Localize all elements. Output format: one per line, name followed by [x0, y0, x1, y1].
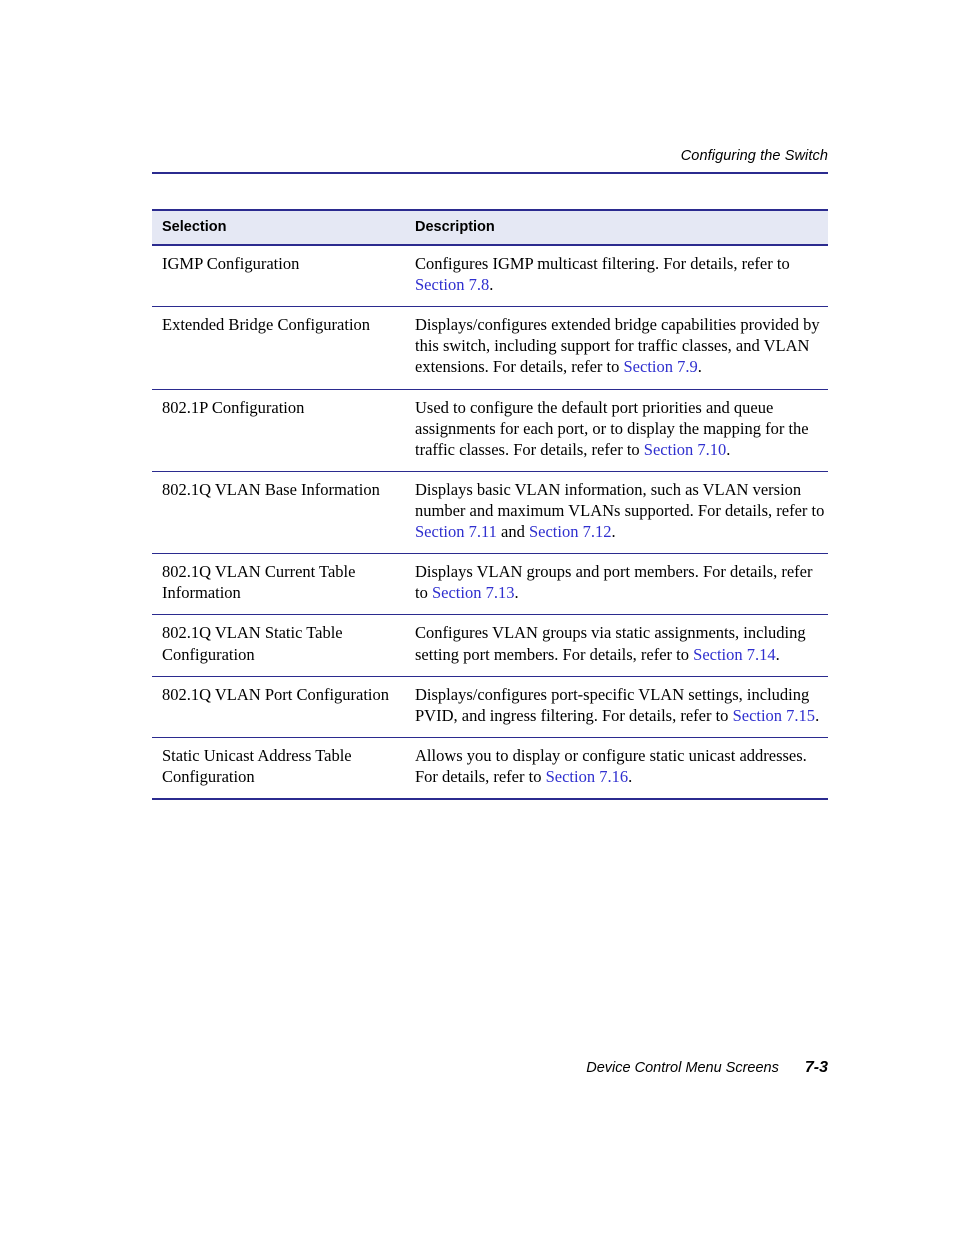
description-text: . — [514, 583, 519, 603]
cross-reference-link[interactable]: Section 7.9 — [624, 357, 698, 376]
cell-description: Configures IGMP multicast filtering. For… — [408, 245, 828, 308]
table-header-row: Selection Description — [152, 209, 828, 246]
document-page: Configuring the Switch Selection Descrip… — [0, 0, 954, 1235]
table-row: Static Unicast Address Table Configurati… — [152, 737, 828, 801]
description-text: Displays/configures extended bridge capa… — [415, 315, 820, 377]
running-header-title: Configuring the Switch — [680, 148, 828, 164]
cross-reference-link[interactable]: Section 7.12 — [529, 522, 612, 541]
cell-selection: 802.1Q VLAN Static Table Configuration — [152, 614, 408, 677]
table-row: Extended Bridge Configuration Displays/co… — [152, 306, 828, 390]
cell-selection: 802.1P Configuration — [152, 389, 408, 472]
cell-description: Displays VLAN groups and port members. F… — [408, 553, 828, 616]
table-body: IGMP Configuration Configures IGMP multic… — [152, 245, 828, 801]
table-row: 802.1Q VLAN Static Table Configuration Co… — [152, 614, 828, 677]
cell-description: Displays/configures extended bridge capa… — [408, 306, 828, 390]
description-text: . — [611, 522, 616, 542]
cell-selection: Extended Bridge Configuration — [152, 306, 408, 390]
description-text: . — [697, 357, 702, 377]
table-row: 802.1P Configuration Used to configure th… — [152, 389, 828, 472]
cell-description: Allows you to display or configure stati… — [408, 737, 828, 801]
column-header-description: Description — [408, 209, 828, 246]
table-row: IGMP Configuration Configures IGMP multic… — [152, 245, 828, 308]
description-text: . — [628, 766, 633, 786]
header-rule — [152, 172, 828, 174]
footer-page-number: 7-3 — [804, 1059, 828, 1076]
cross-reference-link[interactable]: Section 7.8 — [415, 275, 489, 294]
selection-description-table-wrapper: Selection Description IGMP Configuration… — [152, 209, 828, 801]
table-row: 802.1Q VLAN Port Configuration Displays/c… — [152, 676, 828, 738]
cell-selection: 802.1Q VLAN Port Configuration — [152, 676, 408, 738]
cross-reference-link[interactable]: Section 7.14 — [693, 645, 776, 664]
description-text: . — [489, 275, 494, 295]
cell-selection: 802.1Q VLAN Base Information — [152, 471, 408, 555]
cell-description: Displays basic VLAN information, such as… — [408, 471, 828, 555]
cross-reference-link[interactable]: Section 7.11 — [415, 522, 497, 541]
description-text: . — [726, 439, 731, 459]
cross-reference-link[interactable]: Section 7.16 — [546, 767, 629, 786]
cell-selection: 802.1Q VLAN Current Table Information — [152, 553, 408, 616]
description-text: Displays basic VLAN information, such as… — [415, 479, 825, 520]
description-text: Used to configure the default port prior… — [415, 397, 809, 459]
cell-description: Displays/configures port-specific VLAN s… — [408, 676, 828, 738]
selection-description-table: Selection Description IGMP Configuration… — [152, 209, 828, 801]
footer-section-title: Device Control Menu Screens — [586, 1060, 779, 1076]
description-text: Configures IGMP multicast filtering. For… — [415, 254, 790, 273]
table-header: Selection Description — [152, 209, 828, 246]
page-footer: Device Control Menu Screens 7-3 — [152, 1059, 828, 1077]
description-text: and — [496, 522, 529, 542]
cross-reference-link[interactable]: Section 7.13 — [432, 583, 515, 602]
cross-reference-link[interactable]: Section 7.10 — [644, 440, 727, 459]
table-row: 802.1Q VLAN Current Table Information Dis… — [152, 553, 828, 616]
column-header-selection: Selection — [152, 209, 408, 246]
table-row: 802.1Q VLAN Base Information Displays bas… — [152, 471, 828, 555]
cross-reference-link[interactable]: Section 7.15 — [733, 706, 816, 725]
cell-selection: IGMP Configuration — [152, 245, 408, 308]
cell-description: Used to configure the default port prior… — [408, 389, 828, 472]
description-text: . — [815, 705, 820, 725]
cell-selection: Static Unicast Address Table Configurati… — [152, 737, 408, 801]
description-text: . — [775, 644, 780, 664]
cell-description: Configures VLAN groups via static assign… — [408, 614, 828, 677]
